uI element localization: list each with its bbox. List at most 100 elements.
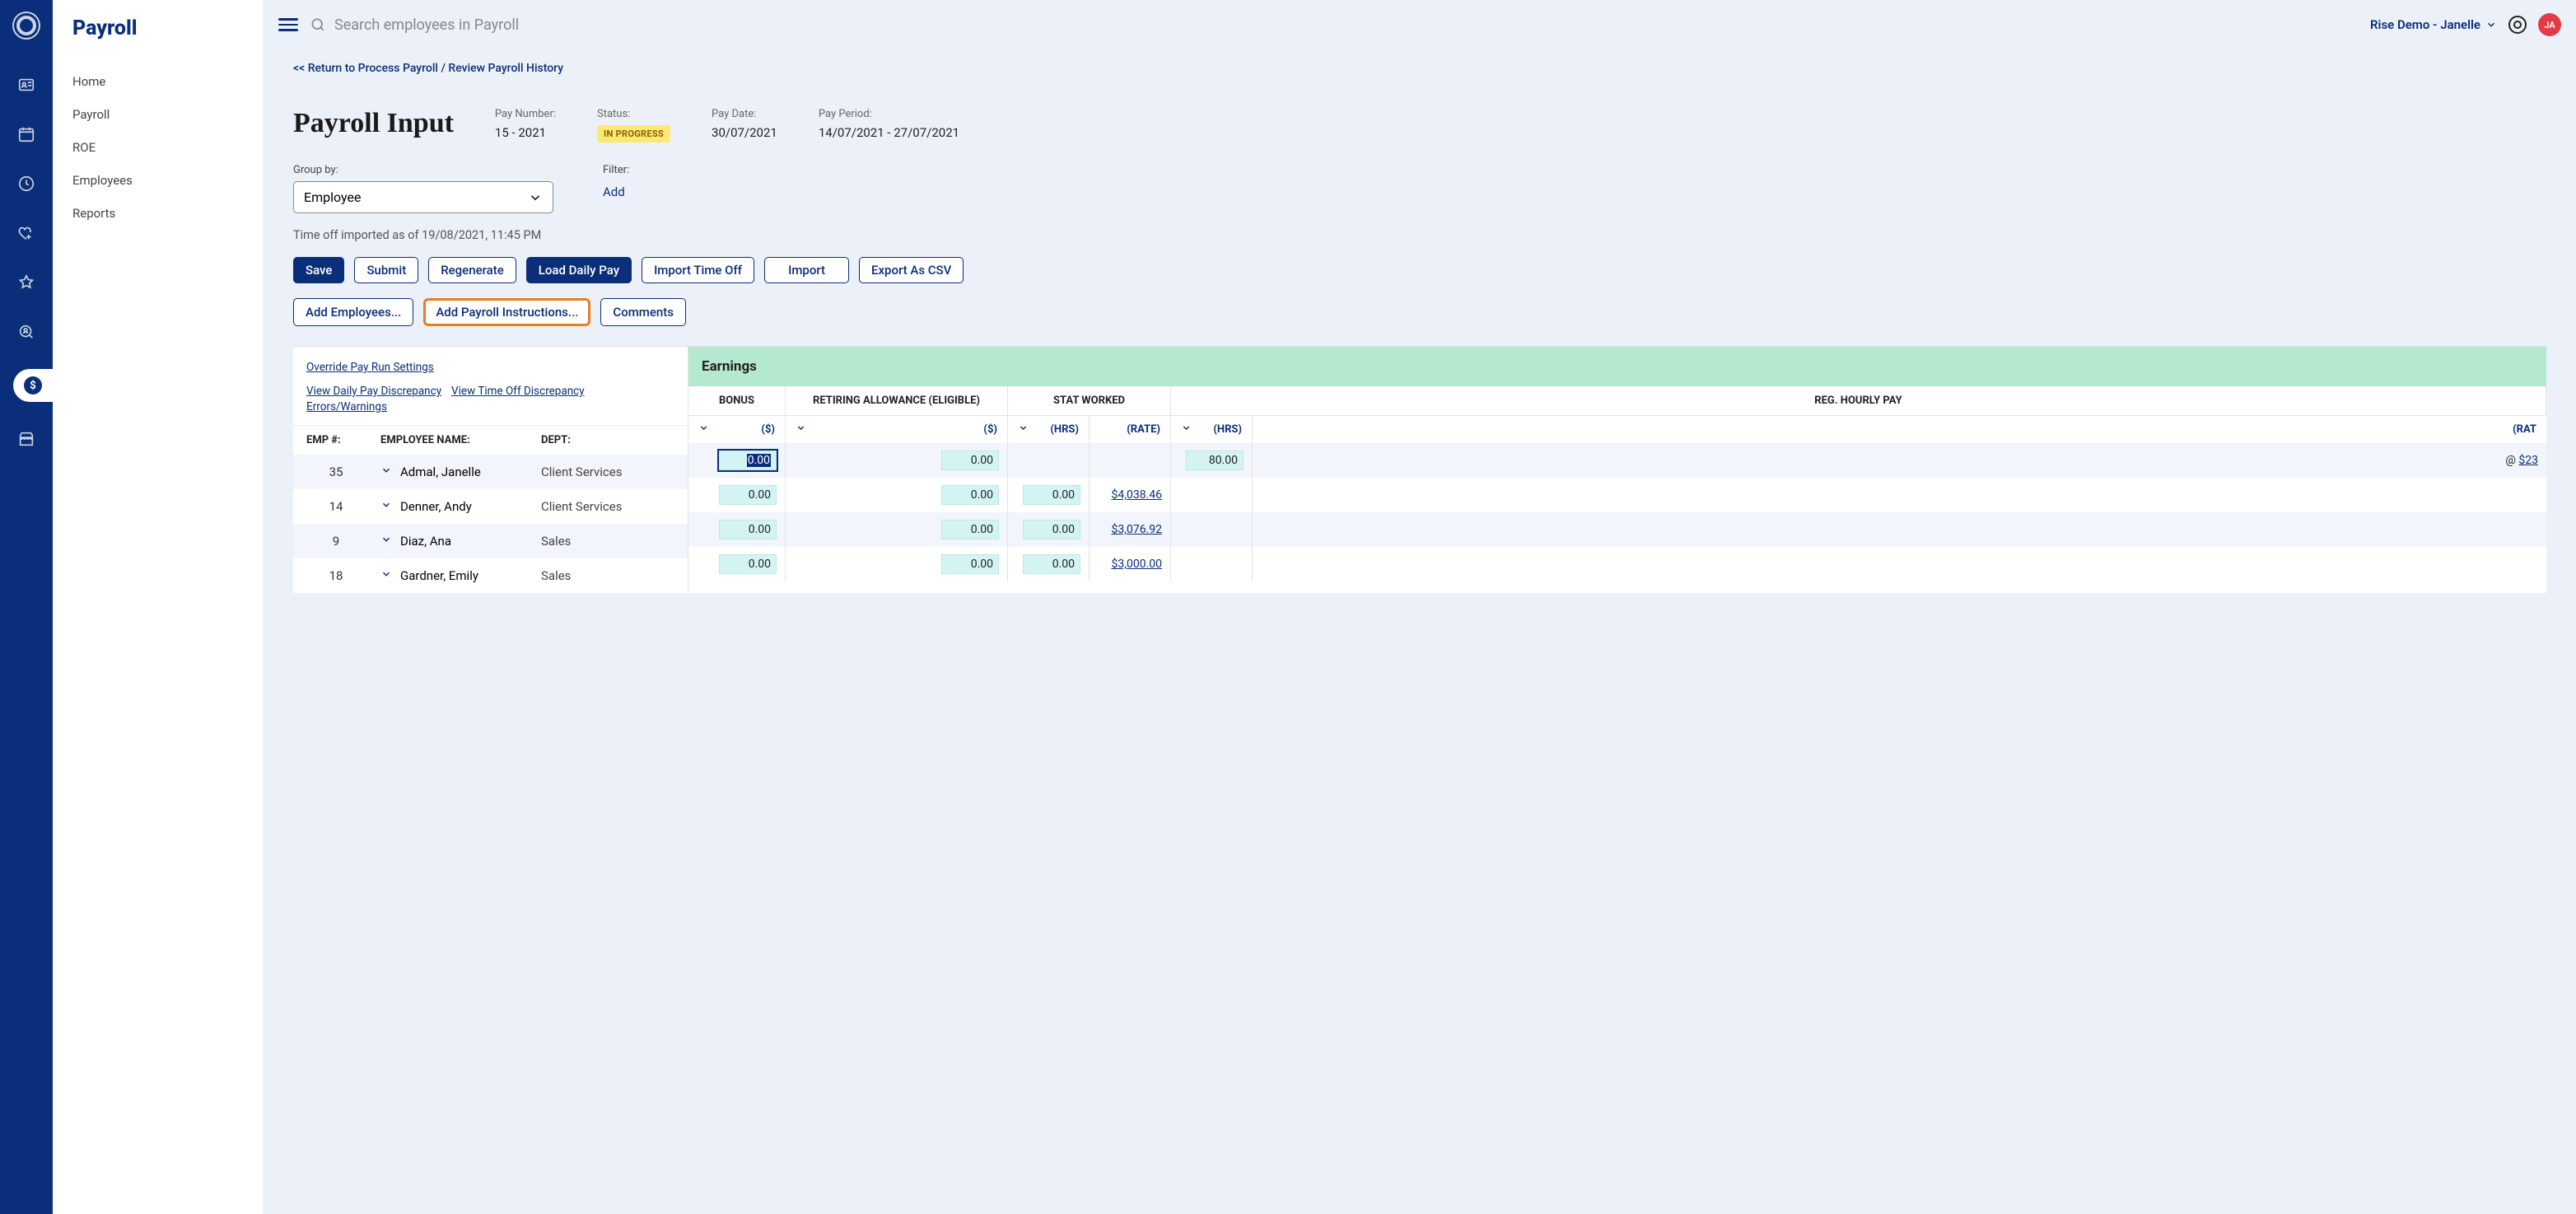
expand-row-icon[interactable] bbox=[380, 534, 392, 549]
bonus-input[interactable]: 0.00 bbox=[719, 485, 777, 505]
calendar-icon[interactable] bbox=[14, 122, 39, 147]
avatar[interactable]: JA bbox=[2538, 13, 2561, 36]
earnings-header: Earnings bbox=[688, 347, 2546, 386]
contact-card-icon[interactable] bbox=[14, 72, 39, 97]
person-search-icon[interactable] bbox=[14, 320, 39, 344]
group-by-label: Group by: bbox=[293, 164, 553, 176]
reg-hrs-input[interactable]: 80.00 bbox=[1186, 451, 1244, 470]
hamburger-icon[interactable] bbox=[278, 15, 298, 35]
retire-input[interactable]: 0.00 bbox=[941, 520, 999, 539]
sidebar-item-reports[interactable]: Reports bbox=[53, 197, 263, 230]
add-payroll-instructions-button[interactable]: Add Payroll Instructions... bbox=[423, 298, 590, 326]
employee-name: Denner, Andy bbox=[400, 499, 472, 514]
sub-stat-rate: (RATE) bbox=[1090, 416, 1171, 443]
content: << Return to Process Payroll / Review Pa… bbox=[264, 49, 2576, 623]
save-button[interactable]: Save bbox=[293, 257, 344, 283]
search-input[interactable]: Search employees in Payroll bbox=[310, 16, 2359, 34]
pay-date-value: 30/07/2021 bbox=[712, 125, 777, 140]
stat-rate-link[interactable]: $4,038.46 bbox=[1111, 488, 1162, 502]
col-emp: EMP #: bbox=[306, 434, 380, 446]
sidebar-item-payroll[interactable]: Payroll bbox=[53, 98, 263, 131]
filter-add-link[interactable]: Add bbox=[603, 184, 625, 199]
sidebar-item-employees[interactable]: Employees bbox=[53, 164, 263, 197]
status-badge: IN PROGRESS bbox=[597, 125, 670, 142]
submit-button[interactable]: Submit bbox=[354, 257, 418, 283]
breadcrumb[interactable]: << Return to Process Payroll / Review Pa… bbox=[293, 62, 563, 75]
retire-input[interactable]: 0.00 bbox=[941, 451, 999, 470]
logo-icon[interactable] bbox=[16, 16, 36, 35]
search-placeholder: Search employees in Payroll bbox=[334, 16, 519, 34]
col-name: EMPLOYEE NAME: bbox=[380, 434, 541, 446]
bonus-input[interactable]: 0.00 bbox=[719, 451, 777, 470]
table-row: 0.00 0.00 0.00 $3,000.00 bbox=[688, 547, 2546, 581]
table-row: 0.00 0.00 0.00 $4,038.46 bbox=[688, 478, 2546, 512]
sidebar: Payroll Home Payroll ROE Employees Repor… bbox=[53, 0, 264, 1214]
dept: Client Services bbox=[541, 499, 674, 514]
add-employees-button[interactable]: Add Employees... bbox=[293, 298, 413, 326]
pay-number-label: Pay Number: bbox=[495, 108, 556, 120]
export-csv-button[interactable]: Export As CSV bbox=[859, 257, 964, 283]
import-note: Time off imported as of 19/08/2021, 11:4… bbox=[293, 228, 2546, 242]
sub-reg-rate: (RAT bbox=[1253, 416, 2546, 443]
override-pay-run-link[interactable]: Override Pay Run Settings bbox=[306, 361, 434, 374]
load-daily-pay-button[interactable]: Load Daily Pay bbox=[526, 257, 632, 283]
import-time-off-button[interactable]: Import Time Off bbox=[642, 257, 754, 283]
section-title[interactable]: Payroll bbox=[53, 16, 263, 40]
sub-retire[interactable]: ($) bbox=[786, 416, 1008, 443]
heart-icon[interactable] bbox=[14, 221, 39, 245]
emp-number: 9 bbox=[306, 534, 380, 549]
col-stat: STAT WORKED bbox=[1008, 386, 1171, 415]
dollar-icon-active[interactable]: $ bbox=[13, 369, 53, 402]
expand-row-icon[interactable] bbox=[380, 499, 392, 514]
table-row: 0.00 0.00 0.00 $3,076.92 bbox=[688, 512, 2546, 547]
retire-input[interactable]: 0.00 bbox=[941, 485, 999, 505]
clock-icon[interactable] bbox=[14, 171, 39, 196]
search-icon bbox=[310, 16, 326, 33]
company-switcher[interactable]: Rise Demo - Janelle bbox=[2370, 17, 2497, 32]
table-row: 14 Denner, Andy Client Services bbox=[293, 489, 688, 524]
errors-warnings-link[interactable]: Errors/Warnings bbox=[306, 400, 387, 413]
status-label: Status: bbox=[597, 108, 670, 120]
pay-period-value: 14/07/2021 - 27/07/2021 bbox=[819, 125, 959, 140]
help-icon[interactable] bbox=[2508, 16, 2527, 34]
daily-pay-discrepancy-link[interactable]: View Daily Pay Discrepancy bbox=[306, 385, 441, 398]
payroll-table: Override Pay Run Settings View Daily Pay… bbox=[293, 346, 2546, 593]
bonus-input[interactable]: 0.00 bbox=[719, 554, 777, 574]
group-by-select[interactable]: Employee bbox=[293, 181, 553, 213]
bonus-input[interactable]: 0.00 bbox=[719, 520, 777, 539]
sub-stat-hrs[interactable]: (HRS) bbox=[1008, 416, 1090, 443]
chevron-down-icon bbox=[528, 190, 543, 205]
stat-hrs-input[interactable]: 0.00 bbox=[1023, 520, 1080, 539]
star-icon[interactable] bbox=[14, 270, 39, 295]
stat-hrs-input[interactable]: 0.00 bbox=[1023, 485, 1080, 505]
import-button[interactable]: Import bbox=[764, 257, 849, 283]
stat-rate-link[interactable]: $3,000.00 bbox=[1111, 558, 1162, 571]
storefront-icon[interactable] bbox=[14, 427, 39, 451]
expand-row-icon[interactable] bbox=[380, 465, 392, 479]
table-row: 0.00 0.00 80.00 @ $23 bbox=[688, 443, 2546, 478]
sidebar-item-home[interactable]: Home bbox=[53, 65, 263, 98]
page-title: Payroll Input bbox=[293, 108, 454, 139]
dept: Sales bbox=[541, 568, 674, 583]
sub-bonus[interactable]: ($) bbox=[688, 416, 786, 443]
employee-name: Admal, Janelle bbox=[400, 465, 481, 479]
stat-rate-link[interactable]: $3,076.92 bbox=[1111, 523, 1162, 536]
stat-hrs-input[interactable]: 0.00 bbox=[1023, 554, 1080, 574]
emp-number: 14 bbox=[306, 499, 380, 514]
col-bonus: BONUS bbox=[688, 386, 786, 415]
regenerate-button[interactable]: Regenerate bbox=[428, 257, 516, 283]
emp-number: 18 bbox=[306, 568, 380, 583]
emp-number: 35 bbox=[306, 465, 380, 479]
reg-rate: @ $23 bbox=[2505, 454, 2538, 467]
dept: Sales bbox=[541, 534, 674, 549]
pay-date-label: Pay Date: bbox=[712, 108, 777, 120]
comments-button[interactable]: Comments bbox=[600, 298, 686, 326]
retire-input[interactable]: 0.00 bbox=[941, 554, 999, 574]
company-name: Rise Demo - Janelle bbox=[2370, 17, 2480, 32]
table-row: 35 Admal, Janelle Client Services bbox=[293, 455, 688, 489]
expand-row-icon[interactable] bbox=[380, 568, 392, 583]
sub-reg-hrs[interactable]: (HRS) bbox=[1171, 416, 1253, 443]
main: Search employees in Payroll Rise Demo - … bbox=[264, 0, 2576, 1214]
sidebar-item-roe[interactable]: ROE bbox=[53, 131, 263, 164]
time-off-discrepancy-link[interactable]: View Time Off Discrepancy bbox=[451, 385, 585, 398]
